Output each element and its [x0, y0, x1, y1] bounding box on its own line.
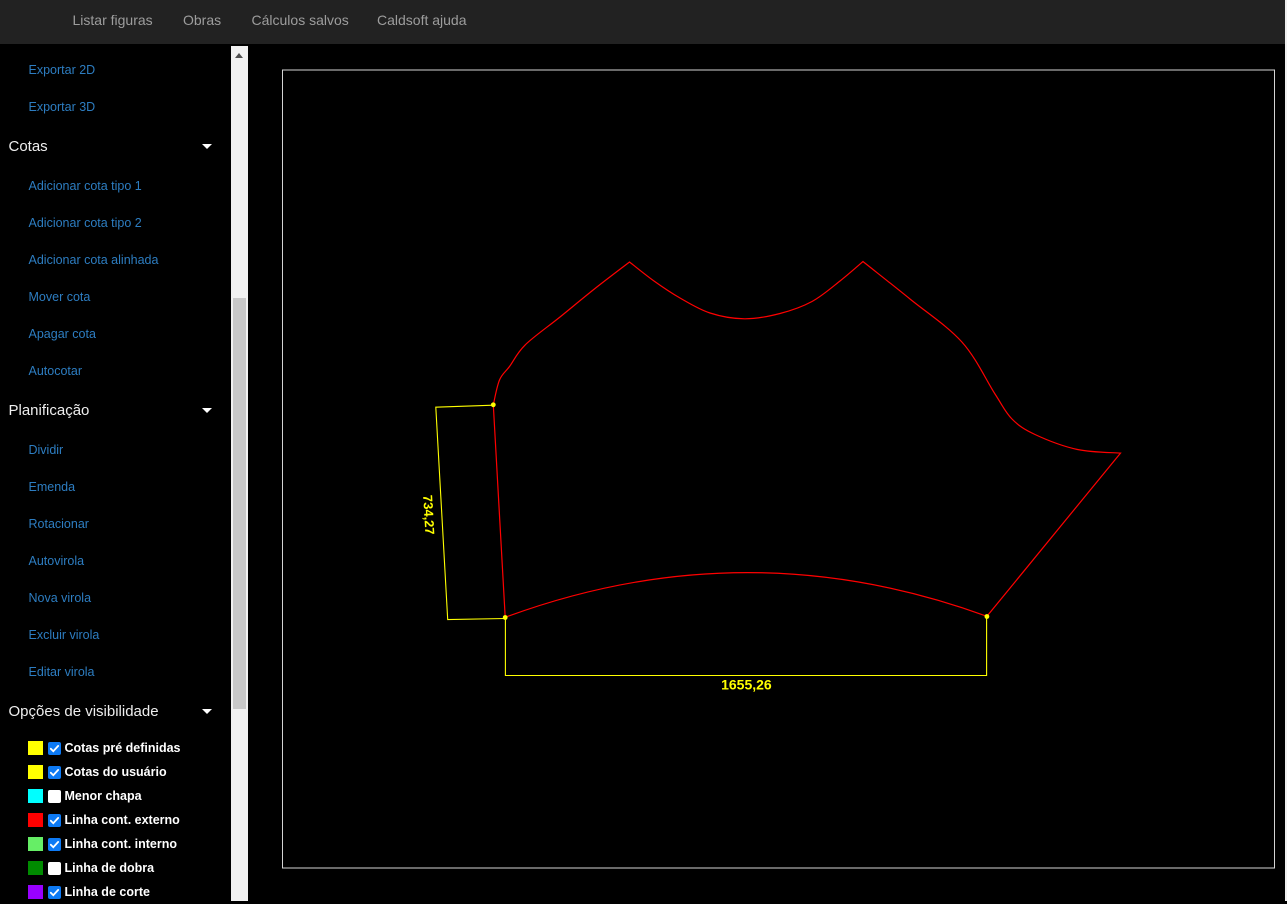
svg-text:734,27: 734,27: [420, 494, 437, 535]
svg-text:1655,26: 1655,26: [721, 677, 772, 693]
